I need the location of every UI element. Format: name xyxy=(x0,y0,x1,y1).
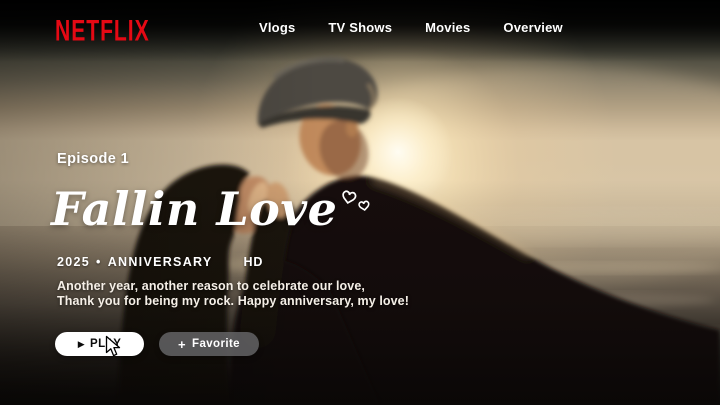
show-title: Fallin Love xyxy=(51,183,337,235)
nav-links: Vlogs TV Shows Movies Overview xyxy=(259,20,563,35)
netflix-logo[interactable]: NETFLIX xyxy=(55,13,150,48)
play-icon: ▶ xyxy=(78,340,85,349)
episode-label: Episode 1 xyxy=(57,151,129,167)
hd-badge: HD xyxy=(244,255,264,269)
meta-year: 2025 xyxy=(57,255,90,269)
favorite-button[interactable]: + Favorite xyxy=(159,332,259,356)
plus-icon: + xyxy=(178,338,186,351)
meta-separator: • xyxy=(96,255,102,269)
play-button-label: PLAY xyxy=(90,338,121,350)
netflix-home-screen: NETFLIX Vlogs TV Shows Movies Overview E… xyxy=(0,0,720,405)
title-row: Fallin Love xyxy=(51,183,373,235)
description-line-2: Thank you for being my rock. Happy anniv… xyxy=(57,294,409,308)
top-navigation-bar: NETFLIX Vlogs TV Shows Movies Overview xyxy=(0,0,720,62)
description-line-1: Another year, another reason to celebrat… xyxy=(57,279,365,293)
nav-item-movies[interactable]: Movies xyxy=(425,20,470,35)
favorite-button-label: Favorite xyxy=(192,338,240,350)
play-button[interactable]: ▶ PLAY xyxy=(55,332,144,356)
action-buttons: ▶ PLAY + Favorite xyxy=(55,332,259,356)
description-text: Another year, another reason to celebrat… xyxy=(57,279,409,308)
meta-category: ANNIVERSARY xyxy=(108,255,213,269)
metadata-row: 2025 • ANNIVERSARY HD xyxy=(57,255,263,269)
nav-item-vlogs[interactable]: Vlogs xyxy=(259,20,295,35)
nav-item-overview[interactable]: Overview xyxy=(503,20,562,35)
doodle-hearts-icon xyxy=(339,189,373,219)
nav-item-tv-shows[interactable]: TV Shows xyxy=(328,20,392,35)
